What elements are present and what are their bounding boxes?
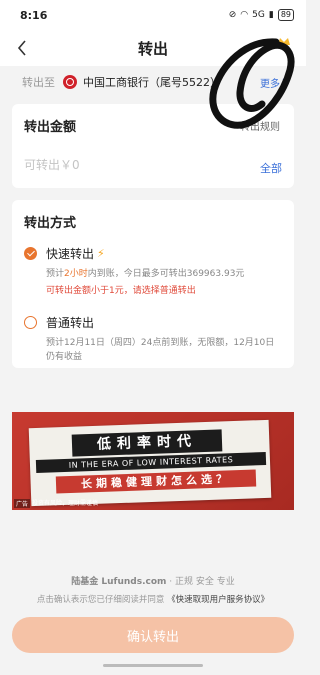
- fast-transfer-option[interactable]: 快速转出 ⚡ 预计2小时内到账，今日最多可转出369963.93元 可转出金额小…: [24, 245, 282, 296]
- signal-label: 5G: [252, 10, 265, 20]
- promo-banner[interactable]: 低利率时代 IN THE ERA OF LOW INTEREST RATES 长…: [12, 412, 294, 510]
- ad-tag: 广告: [14, 499, 31, 508]
- footer-brand: 陆基金 Lufunds.com · 正规 安全 专业: [0, 574, 306, 587]
- normal-transfer-radio[interactable]: [24, 316, 37, 329]
- chevron-left-icon: [17, 40, 26, 56]
- normal-transfer-desc: 预计12月11日（周四）24点前到账，无限额，12月10日仍有收益: [46, 338, 275, 362]
- brand-tagline: · 正规 安全 专业: [166, 577, 235, 587]
- signal-icon: ▮: [268, 10, 274, 20]
- destination-row[interactable]: 转出至 中国工商银行（尾号5522） 更多: [0, 66, 306, 98]
- more-banks-link[interactable]: 更多: [260, 75, 288, 90]
- more-label: 更多: [260, 78, 280, 90]
- amount-card: 转出金额 转出规则 可转出￥0 全部: [12, 104, 294, 188]
- fast-desc-post: 内到账，今日最多可转出369963.93元: [87, 269, 245, 279]
- method-title: 转出方式: [24, 216, 77, 231]
- status-icons: ⊘ ◠ 5G ▮ 89: [229, 9, 294, 21]
- confirm-transfer-button[interactable]: 确认转出: [12, 617, 294, 653]
- agreement-text: 点击确认表示您已仔细阅读并同意 《快速取现用户服务协议》: [0, 593, 306, 605]
- wifi-icon: ◠: [240, 10, 249, 20]
- all-amount-button[interactable]: 全部: [260, 160, 282, 176]
- page-title: 转出: [137, 39, 168, 58]
- fast-transfer-radio[interactable]: [24, 247, 37, 260]
- back-button[interactable]: [10, 36, 34, 60]
- status-time: 8:16: [20, 8, 48, 22]
- status-bar: 8:16 ⊘ ◠ 5G ▮ 89: [0, 0, 306, 30]
- normal-transfer-option[interactable]: 普通转出 预计12月11日（周四）24点前到账，无限额，12月10日仍有收益: [24, 314, 282, 364]
- fast-transfer-warning: 可转出金额小于1元，请选择普通转出: [46, 286, 196, 296]
- agreement-link[interactable]: 《快速取现用户服务协议》: [167, 595, 269, 605]
- chevron-right-icon: [282, 78, 288, 86]
- lightning-icon: ⚡: [97, 247, 105, 260]
- normal-transfer-label: 普通转出: [46, 316, 95, 330]
- fast-desc-pre: 预计: [46, 269, 65, 279]
- transfer-rules-link[interactable]: 转出规则: [240, 118, 280, 133]
- bank-name: 中国工商银行（尾号5522）: [83, 76, 221, 89]
- fast-transfer-label: 快速转出: [46, 247, 95, 261]
- icbc-bank-icon: [63, 75, 77, 89]
- crown-icon[interactable]: [276, 34, 292, 50]
- fast-desc-highlight: 2小时: [64, 269, 88, 279]
- navbar: 转出: [0, 30, 306, 66]
- fast-transfer-desc: 预计2小时内到账，今日最多可转出369963.93元: [46, 267, 282, 281]
- ad-disclaimer: 投资有风险，理财需谨慎: [32, 500, 99, 507]
- transfer-method-card: 转出方式 快速转出 ⚡ 预计2小时内到账，今日最多可转出369963.93元 可…: [12, 200, 294, 368]
- brand-logo: 陆基金 Lufunds.com: [71, 577, 167, 587]
- mute-icon: ⊘: [228, 10, 237, 20]
- destination-label: 转出至: [22, 76, 55, 89]
- amount-input[interactable]: 可转出￥0: [24, 156, 80, 173]
- agreement-prefix: 点击确认表示您已仔细阅读并同意: [36, 595, 165, 605]
- battery-icon: 89: [277, 9, 294, 21]
- home-indicator: [103, 664, 203, 667]
